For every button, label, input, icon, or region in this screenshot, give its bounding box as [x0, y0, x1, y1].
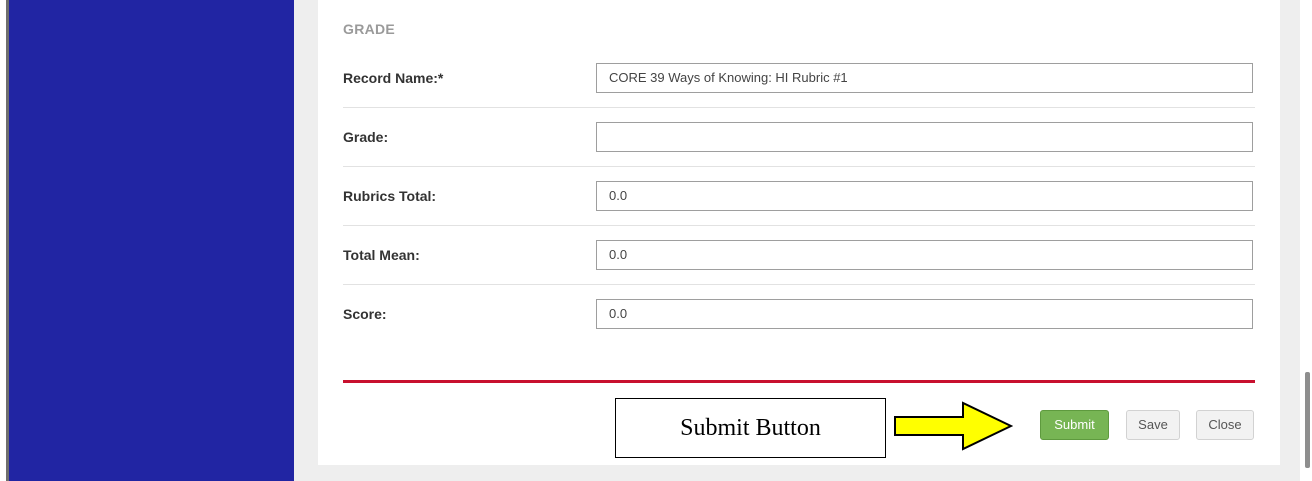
form-row-rubrics-total: Rubrics Total: 0.0: [343, 167, 1255, 226]
footer-divider: [343, 380, 1255, 383]
submit-button[interactable]: Submit: [1040, 410, 1109, 440]
record-name-label: Record Name:*: [343, 70, 444, 86]
rubrics-total-input[interactable]: 0.0: [596, 181, 1253, 211]
score-input[interactable]: 0.0: [596, 299, 1253, 329]
annotation-callout: Submit Button: [615, 398, 886, 458]
form-row-total-mean: Total Mean: 0.0: [343, 226, 1255, 285]
scrollbar-thumb[interactable]: [1305, 372, 1310, 468]
form-row-record-name: Record Name:* CORE 39 Ways of Knowing: H…: [343, 49, 1255, 108]
score-label: Score:: [343, 306, 387, 322]
close-button[interactable]: Close: [1196, 410, 1254, 440]
right-arrow-icon: [894, 401, 1013, 451]
grade-label: Grade:: [343, 129, 389, 145]
sidebar: [9, 0, 294, 481]
total-mean-input[interactable]: 0.0: [596, 240, 1253, 270]
total-mean-label: Total Mean:: [343, 247, 420, 263]
rubrics-total-label: Rubrics Total:: [343, 188, 437, 204]
save-button[interactable]: Save: [1126, 410, 1180, 440]
grade-input[interactable]: [596, 122, 1253, 152]
form-row-grade: Grade:: [343, 108, 1255, 167]
form-row-score: Score: 0.0: [343, 285, 1255, 343]
section-title: GRADE: [343, 21, 396, 37]
record-name-input[interactable]: CORE 39 Ways of Knowing: HI Rubric #1: [596, 63, 1253, 93]
